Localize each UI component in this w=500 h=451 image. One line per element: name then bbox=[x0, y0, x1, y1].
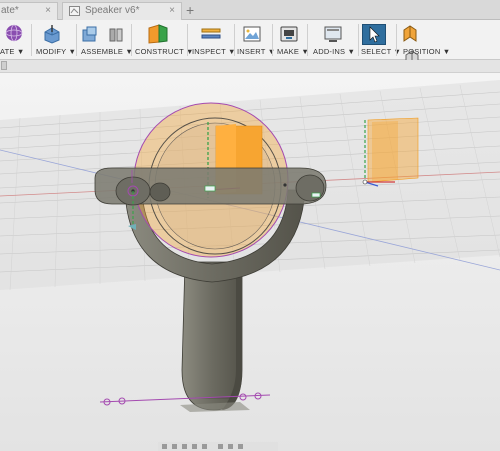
inspect-menu[interactable]: INSPECT ▼ bbox=[190, 22, 235, 58]
position-label: POSITION ▼ bbox=[403, 47, 451, 56]
make-menu[interactable]: MAKE ▼ bbox=[275, 22, 309, 58]
construction-plane-right[interactable] bbox=[362, 117, 419, 187]
insert-label: INSERT ▼ bbox=[237, 47, 276, 56]
insert-image-icon bbox=[243, 26, 261, 42]
pan-icon bbox=[182, 444, 187, 449]
insert-menu[interactable]: INSERT ▼ bbox=[236, 22, 275, 58]
assemble-new-component-icon bbox=[82, 26, 97, 42]
create-sphere-icon bbox=[5, 24, 23, 42]
inspect-label: INSPECT ▼ bbox=[192, 47, 236, 56]
tab-label: ate* bbox=[1, 5, 19, 16]
assemble-joint-icon bbox=[109, 28, 123, 42]
add-ins-label: ADD-INS ▼ bbox=[313, 47, 356, 56]
tab-close-icon[interactable]: × bbox=[169, 3, 175, 19]
orbit-icon bbox=[162, 444, 167, 449]
add-ins-menu[interactable]: ADD-INS ▼ bbox=[311, 22, 357, 58]
tab-close-icon[interactable]: × bbox=[45, 3, 51, 19]
browser-strip bbox=[0, 60, 500, 73]
main-toolbar: ATE ▼ MODIFY ▼ ASSEMBLE ▼ CONSTRUCT ▼ IN… bbox=[0, 20, 500, 67]
create-menu[interactable]: ATE ▼ bbox=[0, 22, 30, 58]
position-capture-icon bbox=[403, 25, 417, 42]
design-file-icon bbox=[69, 6, 80, 16]
tab-document-speaker[interactable]: Speaker v6* × bbox=[62, 2, 182, 20]
modify-push-pull-icon bbox=[44, 25, 60, 44]
zoom-icon bbox=[192, 444, 197, 449]
viewports-icon bbox=[238, 444, 243, 449]
look-at-icon bbox=[172, 444, 177, 449]
construct-plane-icon bbox=[148, 24, 168, 44]
make-3d-print-icon bbox=[280, 26, 298, 42]
tab-label: Speaker v6* bbox=[85, 5, 140, 16]
modify-label: MODIFY ▼ bbox=[36, 47, 77, 56]
make-label: MAKE ▼ bbox=[277, 47, 309, 56]
assemble-label: ASSEMBLE ▼ bbox=[81, 47, 133, 56]
document-tab-bar: ate* × Speaker v6* × + bbox=[0, 0, 500, 20]
select-menu[interactable]: SELECT ▼ bbox=[360, 22, 401, 58]
grid-settings-icon bbox=[228, 444, 233, 449]
select-arrow-icon bbox=[362, 24, 386, 45]
fit-icon bbox=[202, 444, 207, 449]
tab-document-1[interactable]: ate* × bbox=[0, 2, 58, 20]
assemble-menu[interactable]: ASSEMBLE ▼ bbox=[78, 22, 133, 58]
position-menu[interactable]: POSITION ▼ bbox=[400, 22, 450, 67]
browser-toggle-icon[interactable] bbox=[1, 61, 7, 70]
create-label: ATE ▼ bbox=[0, 47, 25, 56]
modify-menu[interactable]: MODIFY ▼ bbox=[34, 22, 77, 58]
navigation-bar[interactable] bbox=[158, 442, 278, 451]
display-settings-icon bbox=[218, 444, 223, 449]
design-viewport[interactable] bbox=[0, 73, 500, 451]
add-ins-scripts-icon bbox=[324, 26, 342, 42]
inspect-measure-icon bbox=[201, 28, 221, 39]
construct-label: CONSTRUCT ▼ bbox=[135, 47, 194, 56]
new-tab-icon[interactable]: + bbox=[186, 2, 194, 18]
construct-menu[interactable]: CONSTRUCT ▼ bbox=[133, 22, 193, 58]
speaker-stand-stem[interactable] bbox=[181, 261, 243, 411]
